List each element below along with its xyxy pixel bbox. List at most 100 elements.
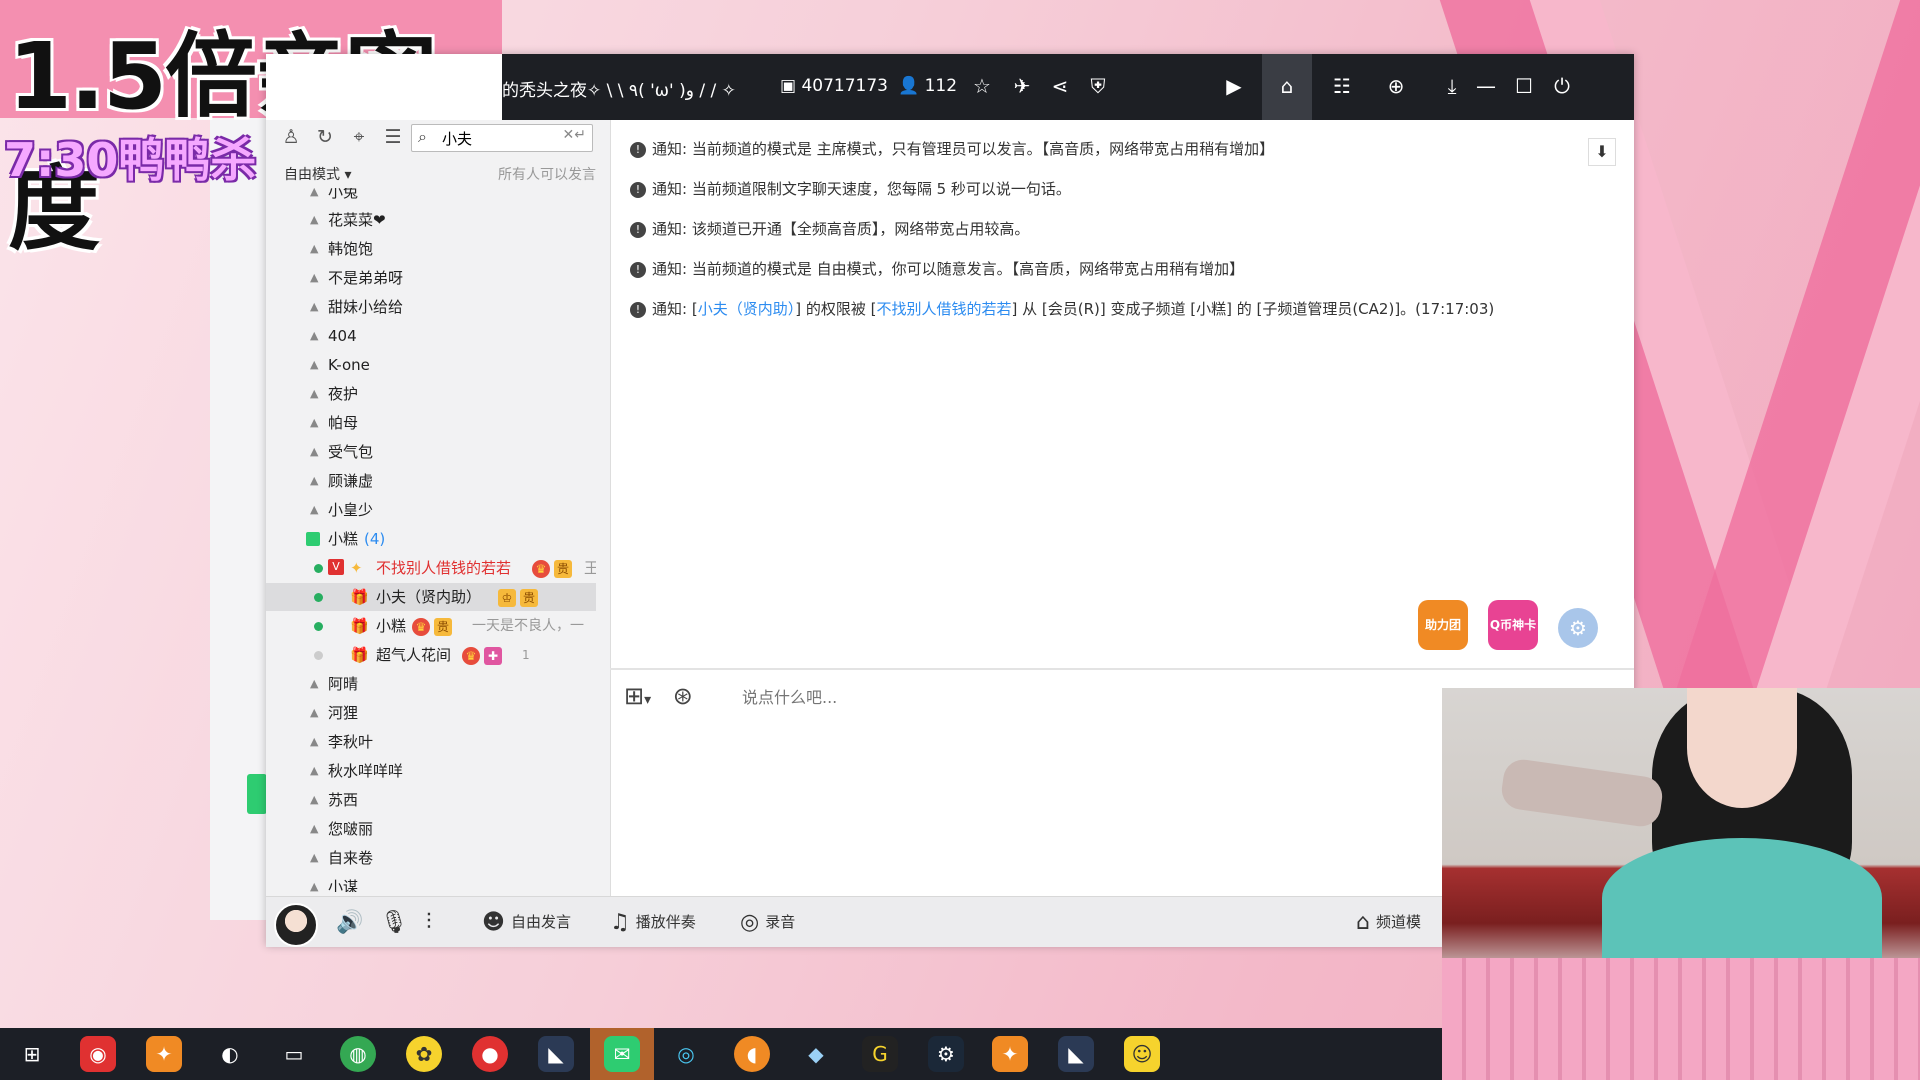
share-icon[interactable]: ⋖	[1046, 72, 1074, 100]
list-item[interactable]: ▲ 韩饱饱	[266, 235, 596, 263]
mode-selector[interactable]: 自由模式 ▾	[284, 164, 351, 184]
channel-mode-button[interactable]: ⌂ 频道模	[1356, 907, 1421, 937]
info-icon: !	[630, 181, 646, 198]
circle-app-icon[interactable]: ◎	[668, 1036, 704, 1072]
lock-icon: ▲	[310, 445, 319, 458]
video-icon[interactable]: ▶	[1220, 72, 1248, 100]
list-item[interactable]: ▲ 小兔	[266, 188, 596, 206]
list-item-selected[interactable]: 🎁 小夫（贤内助） ♔ 贵	[266, 583, 596, 611]
list-item[interactable]: ▲ 秋水咩咩咩	[266, 757, 596, 785]
user-link[interactable]: 小夫（贤内助）	[698, 300, 796, 318]
channel-mode-icon: ⌂	[1356, 909, 1370, 935]
editor-icon[interactable]: ◣	[1058, 1036, 1094, 1072]
mic-icon: 🎙	[380, 909, 408, 935]
yy-icon[interactable]: ✦	[992, 1036, 1028, 1072]
list-item[interactable]: ▲ 甜妹小给给	[266, 293, 596, 321]
avatar[interactable]	[274, 903, 318, 947]
list-item[interactable]: ▲ 阿晴	[266, 670, 596, 698]
list-item[interactable]: ▲ 您啵丽	[266, 815, 596, 843]
app-yellow-icon[interactable]: ✿	[406, 1036, 442, 1072]
star-icon[interactable]: ☆	[968, 72, 996, 100]
member-search[interactable]: ⌕ ✕↵	[411, 124, 593, 152]
list-item[interactable]: V ✦ 不找别人借钱的若若 ♛ 贵 王	[266, 554, 596, 582]
notice-line: ! 通知: 当前频道的模式是 自由模式，你可以随意发言。【高音质，网络带宽占用稍有…	[630, 254, 1610, 294]
list-item[interactable]: ▲ 苏西	[266, 786, 596, 814]
list-item[interactable]: ▲ 夜护	[266, 380, 596, 408]
notes-icon[interactable]: ☰	[380, 126, 406, 154]
speaker-button[interactable]: 🔊	[336, 907, 369, 937]
bird-app-icon[interactable]: ●	[472, 1036, 508, 1072]
notice-line: ! 通知: 当前频道的模式是 主席模式，只有管理员可以发言。【高音质，网络带宽占用…	[630, 134, 1610, 174]
windows-start-icon[interactable]: ⊞	[14, 1036, 50, 1072]
lock-icon: ▲	[310, 300, 319, 313]
info-icon: !	[630, 261, 646, 278]
translate-icon[interactable]: ⊛	[673, 682, 693, 710]
list-item[interactable]: ▲ 小谋	[266, 873, 596, 892]
lock-icon: ▲	[310, 822, 319, 835]
q-coin-button[interactable]: Q币神卡	[1488, 600, 1538, 650]
list-icon[interactable]: ☷	[1328, 72, 1356, 100]
list-item[interactable]: ▲ 顾谦虚	[266, 467, 596, 495]
chrome-icon[interactable]: ◍	[340, 1036, 376, 1072]
helper-team-button[interactable]: 助力团	[1418, 600, 1468, 650]
download-icon[interactable]: ⤓	[1438, 72, 1466, 100]
play-music-button[interactable]: ♫ 播放伴奏	[610, 907, 696, 937]
search-input[interactable]	[440, 127, 564, 149]
refresh-icon[interactable]: ↻	[312, 126, 338, 154]
music-icon: ♫	[610, 909, 630, 935]
list-item[interactable]: ▲ 不是弟弟呀	[266, 264, 596, 292]
lock-icon: ▲	[310, 387, 319, 400]
wechat-icon[interactable]: ✉	[604, 1036, 640, 1072]
cat-app-icon[interactable]: ☺	[1124, 1036, 1160, 1072]
free-speech-button[interactable]: ☻ 自由发言	[482, 907, 571, 937]
user-link[interactable]: 不找别人借钱的若若	[876, 300, 1011, 318]
gift-role-icon: 🎁	[350, 617, 369, 635]
gift-badge: ✚	[484, 646, 502, 665]
steam-icon[interactable]: ⚙	[928, 1036, 964, 1072]
netease-music-icon[interactable]: ◉	[80, 1036, 116, 1072]
plane-icon[interactable]: ✈	[1008, 72, 1036, 100]
minimize-icon[interactable]: —	[1472, 72, 1500, 100]
orange-app-icon[interactable]: ◖	[734, 1036, 770, 1072]
power-icon[interactable]: ⏻	[1548, 72, 1576, 100]
maximize-icon[interactable]: ☐	[1510, 72, 1538, 100]
home-icon[interactable]: ⌂	[1273, 72, 1301, 100]
subchannel-group[interactable]: 小糕 (4)	[266, 525, 596, 553]
crystal-app-icon[interactable]: ◆	[798, 1036, 834, 1072]
list-item[interactable]: ▲ 帕母	[266, 409, 596, 437]
gamepad-icon[interactable]: ⊞	[624, 682, 644, 710]
list-item[interactable]: ▲ 自来卷	[266, 844, 596, 872]
list-item[interactable]: 🎁 小糕 ♛ 贵 一天是不良人，一	[266, 612, 596, 640]
list-item[interactable]: ▲ K-one	[266, 351, 596, 379]
list-item[interactable]: 🎁 超气人花间 ♛ ✚ 1	[266, 641, 596, 669]
channel-icon	[306, 532, 320, 546]
clear-icon[interactable]: ✕↵	[563, 127, 586, 143]
chat-input[interactable]	[740, 684, 1164, 710]
chevron-down-icon[interactable]: ▾	[644, 692, 651, 708]
list-item[interactable]: ▲ 花菜菜❤	[266, 206, 596, 234]
list-item[interactable]: ▲ 小皇少	[266, 496, 596, 524]
equalizer-button[interactable]: ⫶	[426, 907, 438, 937]
scroll-bottom-button[interactable]: ⬇	[1588, 138, 1616, 166]
yy-icon[interactable]: ✦	[146, 1036, 182, 1072]
lock-icon: ▲	[310, 880, 319, 892]
person-icon[interactable]: ♙	[278, 126, 304, 154]
screen-icon[interactable]: ▭	[276, 1036, 312, 1072]
equalizer-icon: ⫶	[426, 909, 432, 935]
location-icon[interactable]: ⌖	[346, 126, 372, 154]
settings-icon[interactable]: ⚙	[1558, 608, 1598, 648]
list-item[interactable]: ▲ 李秋叶	[266, 728, 596, 756]
gamepad-icon[interactable]: ⊕	[1382, 72, 1410, 100]
list-item[interactable]: ▲ 河狸	[266, 699, 596, 727]
editor-icon[interactable]: ◣	[538, 1036, 574, 1072]
obs-icon[interactable]: ◐	[212, 1036, 248, 1072]
g-app-icon[interactable]: G	[862, 1036, 898, 1072]
chat-log: ! 通知: 当前频道的模式是 主席模式，只有管理员可以发言。【高音质，网络带宽占用…	[630, 134, 1610, 334]
mic-button[interactable]: 🎙	[380, 907, 414, 937]
list-item[interactable]: ▲ 受气包	[266, 438, 596, 466]
list-item[interactable]: ▲ 404	[266, 322, 596, 350]
lock-icon: ▲	[310, 242, 319, 255]
record-button[interactable]: ◎ 录音	[740, 907, 795, 937]
shield-icon[interactable]: ⛨	[1084, 72, 1112, 100]
webcam-overlay	[1442, 688, 1920, 1080]
